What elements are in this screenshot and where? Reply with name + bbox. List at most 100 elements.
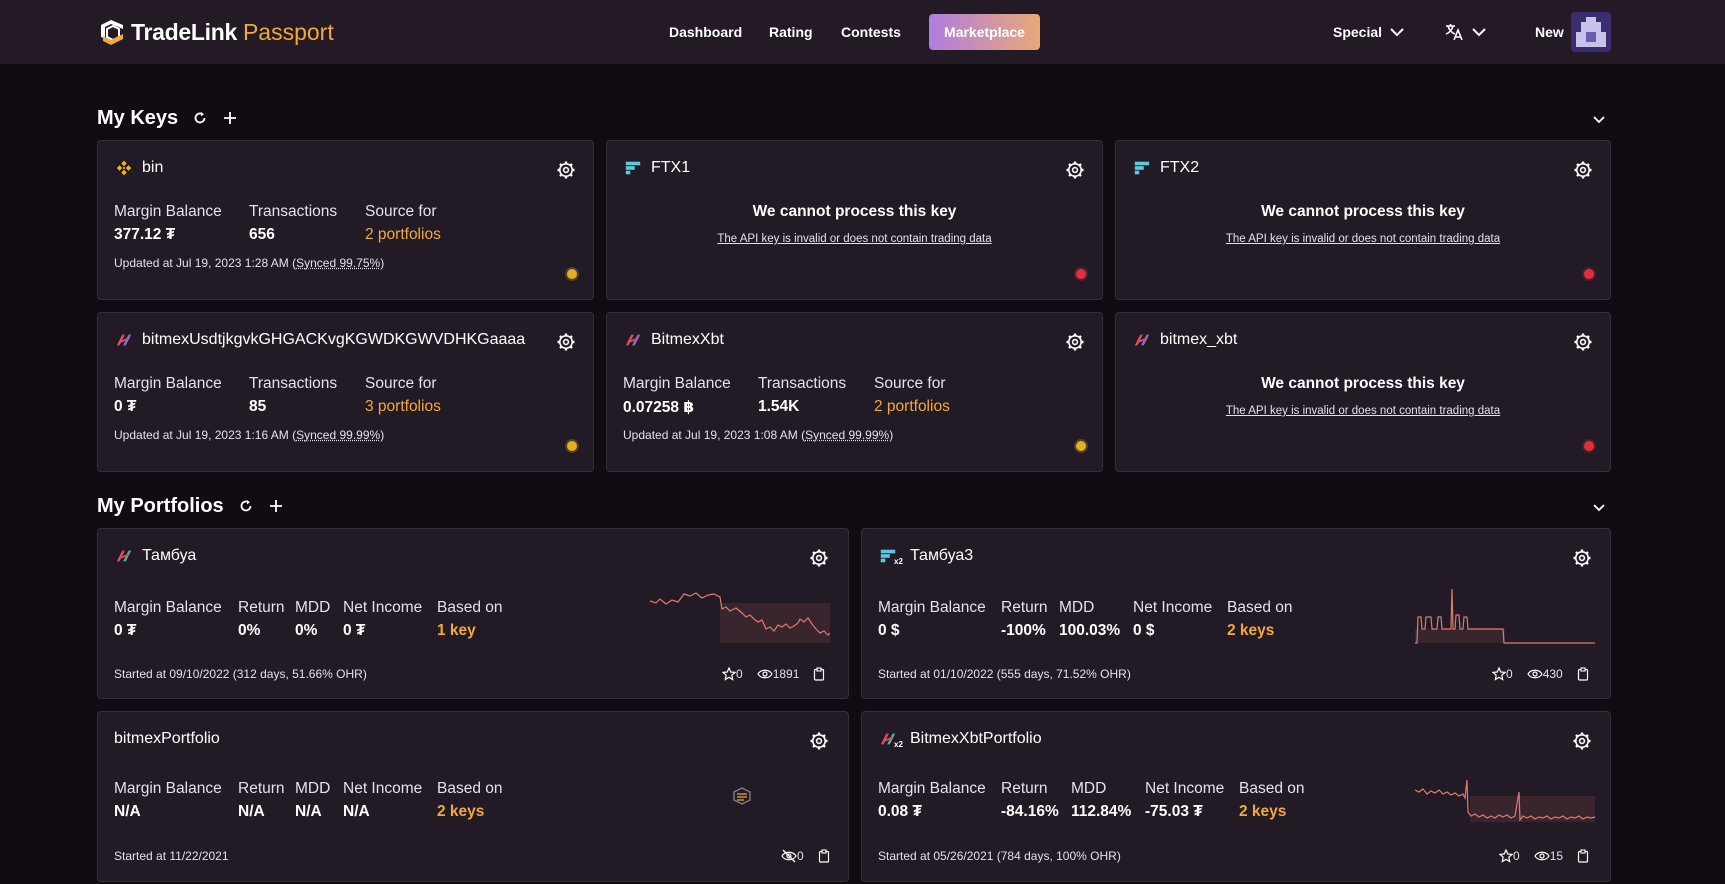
synced-percent[interactable]: Synced 99.99% bbox=[296, 428, 380, 442]
gear-icon[interactable] bbox=[809, 731, 829, 751]
based-on: Based on 1 key bbox=[437, 599, 503, 640]
source-for: Source for 2 portfolios bbox=[874, 375, 950, 416]
stars-count: 0 bbox=[1506, 667, 1513, 681]
net-income-value: 0 ₮ bbox=[343, 622, 366, 639]
key-card[interactable]: BitmexXbt Margin Balance 0.07258 ฿ Trans… bbox=[606, 312, 1103, 472]
eye-off-icon[interactable] bbox=[781, 849, 797, 863]
clipboard-icon[interactable] bbox=[1577, 667, 1589, 681]
nav-contests[interactable]: Contests bbox=[841, 14, 901, 50]
key-card[interactable]: FTX1 We cannot process this key The API … bbox=[606, 140, 1103, 300]
portfolio-card[interactable]: bitmexPortfolio Margin Balance N/A Retur… bbox=[97, 711, 849, 882]
margin-balance-value: 0 ₮ bbox=[114, 622, 137, 639]
avatar[interactable] bbox=[1571, 12, 1611, 52]
net-income: Net Income -75.03 ₮ bbox=[1145, 780, 1224, 821]
chevron-down-icon bbox=[1390, 28, 1404, 37]
mdd: MDD 112.84% bbox=[1071, 780, 1131, 821]
updated-text: Updated at Jul 19, 2023 1:28 AM (Synced … bbox=[114, 256, 384, 270]
portfolio-card[interactable]: x2 BitmexXbtPortfolio Margin Balance 0.0… bbox=[861, 711, 1611, 882]
based-on-label: Based on bbox=[1239, 780, 1305, 797]
source-for-link[interactable]: 3 portfolios bbox=[365, 398, 441, 416]
sparkline-chart bbox=[1415, 779, 1595, 822]
source-for-link[interactable]: 2 portfolios bbox=[365, 226, 441, 244]
portfolio-card[interactable]: Тамбуа Margin Balance 0 ₮ Return 0% MDD … bbox=[97, 528, 849, 699]
synced-percent[interactable]: Synced 99.75% bbox=[296, 256, 380, 270]
status-dot-error bbox=[1584, 269, 1594, 279]
portfolio-stats: 0 430 bbox=[1492, 667, 1589, 681]
collapse-portfolios-icon[interactable] bbox=[1591, 499, 1607, 515]
transactions-value: 1.54K bbox=[758, 398, 800, 415]
portfolio-card[interactable]: x2 Тамбуа3 Margin Balance 0 $ Return -10… bbox=[861, 528, 1611, 699]
add-key-icon[interactable] bbox=[222, 110, 238, 126]
marketplace-button[interactable]: Marketplace bbox=[929, 14, 1040, 50]
margin-balance: Margin Balance 0.08 ₮ bbox=[878, 780, 986, 821]
margin-balance-label: Margin Balance bbox=[878, 599, 986, 616]
gear-icon[interactable] bbox=[1572, 731, 1592, 751]
mdd-label: MDD bbox=[1071, 780, 1107, 797]
error-detail-link[interactable]: The API key is invalid or does not conta… bbox=[1116, 233, 1610, 245]
star-icon[interactable] bbox=[722, 667, 736, 681]
key-card-title: FTX2 bbox=[1132, 159, 1199, 177]
nav-rating[interactable]: Rating bbox=[769, 14, 813, 50]
gear-icon[interactable] bbox=[1065, 160, 1085, 180]
error-detail-link[interactable]: The API key is invalid or does not conta… bbox=[1116, 405, 1610, 417]
margin-balance-label: Margin Balance bbox=[114, 203, 222, 220]
logo-icon bbox=[101, 20, 123, 45]
gear-icon[interactable] bbox=[556, 332, 576, 352]
margin-balance-value: 0.07258 ฿ bbox=[623, 399, 695, 416]
source-for: Source for 2 portfolios bbox=[365, 203, 441, 244]
logo[interactable]: TradeLink Passport bbox=[97, 16, 334, 48]
gear-icon[interactable] bbox=[556, 160, 576, 180]
margin-balance-value: 0 $ bbox=[878, 622, 900, 639]
based-on-link[interactable]: 2 keys bbox=[437, 803, 503, 821]
synced-percent[interactable]: Synced 99.99% bbox=[805, 428, 889, 442]
gear-icon[interactable] bbox=[1065, 332, 1085, 352]
refresh-icon[interactable] bbox=[238, 498, 254, 514]
source-for: Source for 3 portfolios bbox=[365, 375, 441, 416]
mdd-label: MDD bbox=[295, 780, 331, 797]
gear-icon[interactable] bbox=[1573, 160, 1593, 180]
based-on-label: Based on bbox=[1227, 599, 1293, 616]
net-income: Net Income N/A bbox=[343, 780, 422, 821]
error-detail-link[interactable]: The API key is invalid or does not conta… bbox=[607, 233, 1102, 245]
portfolios-section-title: My Portfolios bbox=[97, 494, 224, 517]
views-count: 430 bbox=[1542, 667, 1563, 681]
margin-balance: Margin Balance N/A bbox=[114, 780, 222, 821]
based-on-link[interactable]: 1 key bbox=[437, 622, 503, 640]
language-dropdown[interactable] bbox=[1444, 14, 1486, 50]
return-value: N/A bbox=[238, 803, 265, 820]
mdd-value: 112.84% bbox=[1071, 803, 1132, 820]
gear-icon[interactable] bbox=[1573, 332, 1593, 352]
collapse-keys-icon[interactable] bbox=[1591, 111, 1607, 127]
top-bar: TradeLink Passport Dashboard Rating Cont… bbox=[0, 0, 1725, 64]
bitmex-icon bbox=[625, 334, 641, 346]
star-icon[interactable] bbox=[1499, 849, 1513, 863]
star-icon[interactable] bbox=[1492, 667, 1506, 681]
nav-dashboard[interactable]: Dashboard bbox=[669, 14, 742, 50]
based-on: Based on 2 keys bbox=[1227, 599, 1293, 640]
source-for-link[interactable]: 2 portfolios bbox=[874, 398, 950, 416]
source-for-label: Source for bbox=[365, 375, 437, 392]
updated-at: Updated at Jul 19, 2023 1:16 AM ( bbox=[114, 428, 297, 442]
key-card[interactable]: bitmexUsdtjkgvkGHGACKvgKGWDKGWVDHKGaaaa … bbox=[97, 312, 594, 472]
based-on-label: Based on bbox=[437, 599, 503, 616]
transactions-value: 656 bbox=[249, 226, 275, 243]
gear-icon[interactable] bbox=[809, 548, 829, 568]
based-on-link[interactable]: 2 keys bbox=[1227, 622, 1293, 640]
mdd-label: MDD bbox=[1059, 599, 1095, 616]
key-name: bitmexUsdtjkgvkGHGACKvgKGWDKGWVDHKGaaaa bbox=[142, 331, 526, 348]
based-on-link[interactable]: 2 keys bbox=[1239, 803, 1305, 821]
portfolio-card-title: bitmexPortfolio bbox=[114, 730, 220, 748]
gear-icon[interactable] bbox=[1572, 548, 1592, 568]
add-portfolio-icon[interactable] bbox=[268, 498, 284, 514]
clipboard-icon[interactable] bbox=[1577, 849, 1589, 863]
net-income: Net Income 0 $ bbox=[1133, 599, 1212, 640]
clipboard-icon[interactable] bbox=[813, 667, 825, 681]
refresh-icon[interactable] bbox=[192, 110, 208, 126]
margin-balance: Margin Balance 0 ₮ bbox=[114, 375, 222, 416]
special-dropdown[interactable]: Special bbox=[1333, 14, 1404, 50]
key-card[interactable]: bitmex_xbt We cannot process this key Th… bbox=[1115, 312, 1611, 472]
clipboard-icon[interactable] bbox=[818, 849, 830, 863]
key-card[interactable]: FTX2 We cannot process this key The API … bbox=[1115, 140, 1611, 300]
multiplier-badge: x2 bbox=[894, 740, 903, 749]
key-card[interactable]: bin Margin Balance 377.12 ₮ Transactions… bbox=[97, 140, 594, 300]
